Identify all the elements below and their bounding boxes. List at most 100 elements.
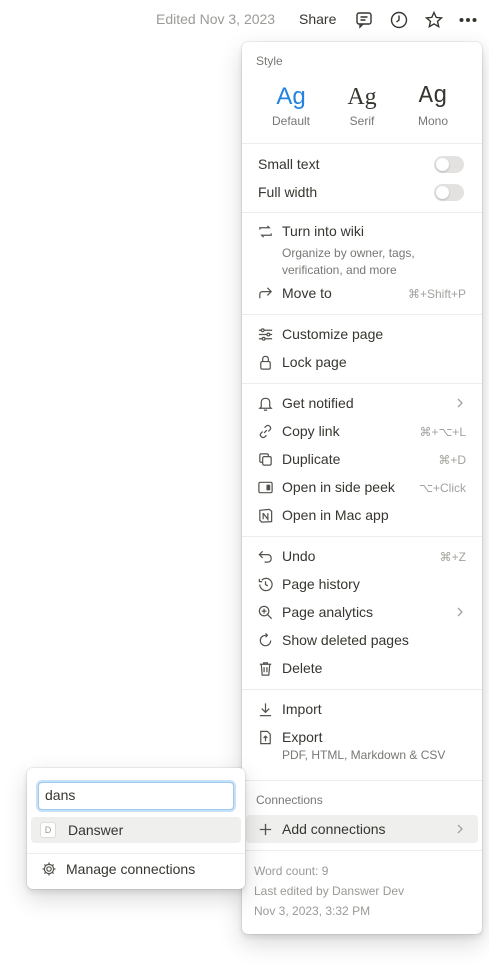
connection-result-label: Danswer	[68, 822, 124, 838]
move-to-label: Move to	[282, 285, 332, 301]
undo-icon	[256, 547, 274, 565]
duplicate-label: Duplicate	[282, 451, 341, 467]
export-item[interactable]: Export PDF, HTML, Markdown & CSV	[246, 723, 478, 767]
edited-timestamp: Edited Nov 3, 2023	[156, 11, 276, 27]
add-connections-item[interactable]: Add connections	[246, 815, 478, 843]
comment-icon[interactable]	[353, 9, 375, 31]
restore-icon	[256, 631, 274, 649]
small-text-toggle[interactable]	[434, 156, 464, 173]
customize-page-item[interactable]: Customize page	[246, 320, 478, 348]
bell-icon	[256, 394, 274, 412]
gear-icon	[41, 861, 57, 877]
wiki-convert-icon	[256, 222, 274, 240]
duplicate-icon	[256, 450, 274, 468]
sliders-icon	[256, 325, 274, 343]
delete-label: Delete	[282, 660, 323, 676]
open-side-peek-shortcut: ⌥+Click	[419, 481, 466, 495]
show-deleted-pages-label: Show deleted pages	[282, 632, 409, 648]
style-option-mono[interactable]: Ag Mono	[403, 82, 463, 128]
danswer-logo-icon: D	[40, 822, 56, 838]
undo-label: Undo	[282, 548, 316, 564]
undo-shortcut: ⌘+Z	[439, 550, 466, 564]
open-mac-app-item[interactable]: Open in Mac app	[246, 501, 478, 529]
export-description: PDF, HTML, Markdown & CSV	[282, 748, 446, 762]
get-notified-label: Get notified	[282, 395, 354, 411]
divider	[242, 143, 482, 144]
side-peek-icon	[256, 478, 274, 496]
page-analytics-item[interactable]: Page analytics	[246, 598, 478, 626]
word-count: Word count: 9	[254, 864, 329, 878]
move-to-shortcut: ⌘+Shift+P	[407, 287, 466, 301]
add-connections-label: Add connections	[282, 821, 386, 837]
full-width-toggle[interactable]	[434, 184, 464, 201]
duplicate-item[interactable]: Duplicate ⌘+D	[246, 445, 478, 473]
full-width-toggle-row[interactable]: Full width	[246, 178, 478, 206]
zoom-analytics-icon	[256, 603, 274, 621]
style-option-default[interactable]: Ag Default	[261, 82, 321, 128]
plus-icon	[256, 820, 274, 838]
divider	[242, 383, 482, 384]
import-item[interactable]: Import	[246, 695, 478, 723]
undo-item[interactable]: Undo ⌘+Z	[246, 542, 478, 570]
trash-icon	[256, 659, 274, 677]
history-icon	[256, 575, 274, 593]
show-deleted-pages-item[interactable]: Show deleted pages	[246, 626, 478, 654]
more-icon[interactable]	[457, 9, 479, 31]
turn-into-wiki-item[interactable]: Turn into wiki Organize by owner, tags, …	[246, 217, 478, 277]
clock-icon[interactable]	[388, 9, 410, 31]
last-edited-by: Last edited by Danswer Dev	[254, 884, 405, 898]
style-option-serif[interactable]: Ag Serif	[332, 82, 392, 128]
notion-logo-icon	[256, 506, 274, 524]
connection-result-item[interactable]: D Danswer	[31, 817, 241, 843]
connections-popup: D Danswer Manage connections	[27, 768, 245, 889]
chevron-right-icon	[457, 398, 463, 408]
page-analytics-label: Page analytics	[282, 604, 374, 620]
lock-page-label: Lock page	[282, 354, 347, 370]
style-section-title: Style	[256, 54, 283, 68]
customize-page-label: Customize page	[282, 326, 384, 342]
divider	[242, 212, 482, 213]
get-notified-item[interactable]: Get notified	[246, 389, 478, 417]
copy-link-item[interactable]: Copy link ⌘+⌥+L	[246, 417, 478, 445]
connection-search-input[interactable]	[45, 783, 225, 807]
chevron-right-icon	[457, 824, 463, 834]
style-glyph: Ag	[276, 83, 306, 110]
style-glyph: Ag	[347, 84, 377, 110]
page-history-label: Page history	[282, 576, 360, 592]
divider	[242, 536, 482, 537]
share-button[interactable]: Share	[299, 11, 336, 27]
manage-connections-item[interactable]: Manage connections	[31, 856, 241, 882]
full-width-label: Full width	[258, 184, 318, 200]
delete-item[interactable]: Delete	[246, 654, 478, 682]
duplicate-shortcut: ⌘+D	[438, 453, 466, 467]
small-text-label: Small text	[258, 156, 320, 172]
divider	[242, 780, 482, 781]
lock-page-item[interactable]: Lock page	[246, 348, 478, 376]
chevron-right-icon	[457, 607, 463, 617]
top-bar: Edited Nov 3, 2023 Share	[0, 0, 489, 40]
connection-search-box[interactable]	[38, 782, 234, 810]
divider	[242, 850, 482, 851]
arrow-right-icon	[256, 284, 274, 302]
open-side-peek-item[interactable]: Open in side peek ⌥+Click	[246, 473, 478, 501]
turn-into-wiki-description: Organize by owner, tags, verification, a…	[282, 246, 415, 277]
connections-section-title: Connections	[256, 793, 323, 807]
import-label: Import	[282, 701, 322, 717]
turn-into-wiki-label: Turn into wiki	[282, 223, 364, 239]
move-to-item[interactable]: Move to ⌘+Shift+P	[246, 279, 478, 307]
style-label: Default	[271, 114, 311, 128]
page-history-item[interactable]: Page history	[246, 570, 478, 598]
copy-link-label: Copy link	[282, 423, 340, 439]
star-icon[interactable]	[423, 9, 445, 31]
style-glyph: Ag	[418, 83, 448, 110]
manage-connections-label: Manage connections	[66, 861, 196, 877]
style-label: Mono	[417, 114, 449, 128]
small-text-toggle-row[interactable]: Small text	[246, 150, 478, 178]
export-file-icon	[256, 728, 274, 746]
divider	[242, 314, 482, 315]
style-label: Serif	[349, 114, 375, 128]
export-label: Export	[282, 729, 323, 745]
import-icon	[256, 700, 274, 718]
open-side-peek-label: Open in side peek	[282, 479, 395, 495]
page-options-menu: Style Ag Default Ag Serif Ag Mono Small …	[242, 42, 482, 934]
